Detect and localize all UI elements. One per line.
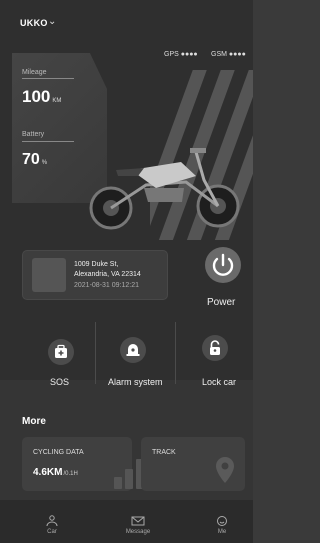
tab-me[interactable]: Me <box>192 500 252 543</box>
profile-icon <box>217 516 227 526</box>
tab-message[interactable]: Message <box>108 500 168 543</box>
lock-button[interactable] <box>202 335 228 361</box>
lock-label: Lock car <box>202 377 237 387</box>
first-aid-icon <box>55 344 67 358</box>
battery-value-row: 70% <box>22 151 47 169</box>
power-label: Power <box>207 297 236 308</box>
sos-label: SOS <box>50 377 70 387</box>
mileage-label: Mileage <box>22 69 47 76</box>
gsm-dots: ●●●● <box>228 51 246 58</box>
envelope-icon <box>131 516 145 526</box>
gps-dots: ●●●● <box>180 51 198 58</box>
tab-car-label: Car <box>47 529 57 535</box>
tab-message-label: Message <box>125 529 151 535</box>
cycling-value: 4.6KM <box>33 467 63 478</box>
mileage-value-row: 100 KM <box>22 87 61 107</box>
more-heading: More <box>22 416 46 427</box>
cycling-title: CYCLING DATA <box>33 449 84 456</box>
battery-divider <box>22 141 74 142</box>
location-card[interactable]: 1009 Duke St, Alexandria, VA 22314 2021-… <box>22 250 168 300</box>
gsm-indicator: GSM ●●●● <box>211 51 246 58</box>
mileage-divider <box>22 78 74 79</box>
gps-indicator: GPS ●●●● <box>164 51 198 58</box>
mileage-unit: KM <box>52 98 62 104</box>
battery-value: 70 <box>22 151 40 168</box>
top-bar: UKKO ⌄ <box>0 0 253 44</box>
battery-label: Battery <box>22 131 45 138</box>
address-street: 1009 Duke St, <box>74 261 119 268</box>
mileage-value: 100 <box>22 87 51 106</box>
home-screen: UKKO ⌄ GPS ●●●● GSM ●●●● Mileage 100 KM B… <box>0 0 253 543</box>
track-title: TRACK <box>152 449 176 456</box>
chevron-down-icon[interactable]: ⌄ <box>48 16 56 27</box>
bottom-tab-bar: Car Message Me <box>0 500 253 543</box>
location-timestamp: 2021-08-31 09:12:21 <box>74 282 139 289</box>
divider <box>95 322 96 384</box>
car-icon <box>46 515 58 527</box>
divider <box>175 322 176 384</box>
sos-button[interactable] <box>48 339 74 365</box>
alarm-button[interactable] <box>120 337 146 363</box>
cycling-value-row: 4.6KM/0.1H <box>33 467 78 478</box>
alarm-label: Alarm system <box>108 377 163 387</box>
lock-icon <box>210 340 220 355</box>
motorcycle-image <box>89 148 240 230</box>
map-pin-icon <box>216 457 234 483</box>
alarm-icon <box>126 344 140 356</box>
power-icon <box>212 253 234 276</box>
vehicle-name[interactable]: UKKO <box>20 18 48 28</box>
cycling-sub: /0.1H <box>63 471 78 477</box>
gps-label: GPS <box>164 51 179 58</box>
power-button[interactable] <box>205 247 241 283</box>
track-card[interactable]: TRACK <box>141 437 245 491</box>
map-thumbnail <box>32 258 66 292</box>
tab-me-label: Me <box>217 529 227 535</box>
battery-unit: % <box>41 160 48 166</box>
tab-car[interactable]: Car <box>22 500 82 543</box>
gsm-label: GSM <box>211 51 227 58</box>
cycling-data-card[interactable]: CYCLING DATA 4.6KM/0.1H <box>22 437 144 491</box>
address-city: Alexandria, VA 22314 <box>74 271 141 278</box>
